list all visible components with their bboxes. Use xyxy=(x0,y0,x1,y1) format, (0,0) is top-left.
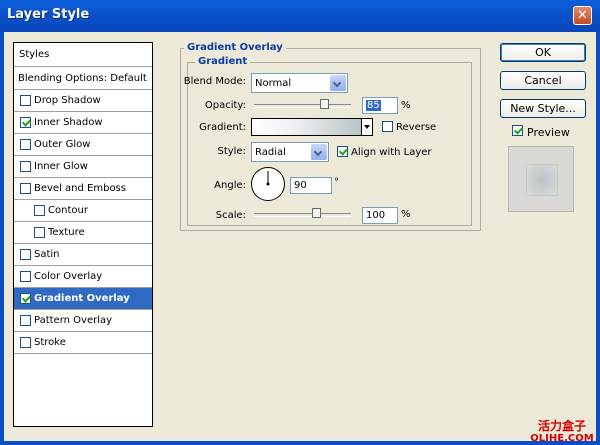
scale-label: Scale: xyxy=(215,210,246,221)
preview-thumbnail xyxy=(508,146,574,212)
gradient-label: Gradient: xyxy=(199,122,246,133)
style-item-label: Inner Glow xyxy=(34,161,88,172)
align-with-layer-label: Align with Layer xyxy=(351,147,432,158)
scale-input[interactable]: 100 xyxy=(362,207,398,224)
close-icon: ✕ xyxy=(577,8,588,23)
gradient-subtitle: Gradient xyxy=(195,56,251,67)
style-item-gradient-overlay[interactable]: Gradient Overlay xyxy=(14,288,152,310)
angle-dial[interactable] xyxy=(251,167,285,201)
style-item-stroke[interactable]: Stroke xyxy=(14,332,152,354)
gradient-overlay-title: Gradient Overlay xyxy=(184,42,286,53)
style-item-label: Bevel and Emboss xyxy=(34,183,126,194)
styles-header[interactable]: Styles xyxy=(14,43,152,67)
opacity-input[interactable]: 85 xyxy=(362,97,398,114)
scale-unit: % xyxy=(401,209,411,220)
watermark-en: OLIHE.COM xyxy=(530,433,594,444)
style-item-checkbox[interactable] xyxy=(20,183,31,194)
angle-value: 90 xyxy=(294,180,307,191)
styles-header-label: Styles xyxy=(19,49,50,60)
style-item-label: Color Overlay xyxy=(34,271,103,282)
watermark: 活力盒子 OLIHE.COM xyxy=(526,417,598,444)
window-frame-left xyxy=(0,32,4,445)
align-with-layer-checkbox[interactable] xyxy=(337,146,348,157)
style-item-contour[interactable]: Contour xyxy=(14,200,152,222)
style-item-checkbox[interactable] xyxy=(20,249,31,260)
style-item-label: Pattern Overlay xyxy=(34,315,113,326)
preview-swatch xyxy=(526,164,558,196)
opacity-slider-thumb[interactable] xyxy=(320,99,330,109)
style-item-label: Gradient Overlay xyxy=(34,293,130,304)
opacity-label: Opacity: xyxy=(204,100,246,111)
style-item-pattern-overlay[interactable]: Pattern Overlay xyxy=(14,310,152,332)
blending-options-item[interactable]: Blending Options: Default xyxy=(14,67,152,90)
angle-input[interactable]: 90 xyxy=(290,177,332,194)
scale-value: 100 xyxy=(366,210,386,221)
opacity-value: 85 xyxy=(366,100,381,111)
style-label: Style: xyxy=(217,146,247,157)
styles-list: Styles Blending Options: Default Drop Sh… xyxy=(13,42,153,427)
style-item-inner-glow[interactable]: Inner Glow xyxy=(14,156,152,178)
style-select[interactable]: Radial xyxy=(251,142,329,162)
style-item-bevel-and-emboss[interactable]: Bevel and Emboss xyxy=(14,178,152,200)
ok-button[interactable]: OK xyxy=(500,43,586,62)
style-item-label: Texture xyxy=(48,227,85,238)
style-item-checkbox[interactable] xyxy=(20,117,31,128)
new-style-button[interactable]: New Style... xyxy=(500,99,586,118)
style-item-label: Drop Shadow xyxy=(34,95,101,106)
title-bar: Layer Style ✕ xyxy=(0,0,600,32)
style-item-checkbox[interactable] xyxy=(20,95,31,106)
angle-dial-needle xyxy=(266,171,270,186)
reverse-checkbox[interactable] xyxy=(382,121,393,132)
scale-slider-thumb[interactable] xyxy=(312,208,322,218)
style-item-checkbox[interactable] xyxy=(20,293,31,304)
preview-label: Preview xyxy=(527,126,570,139)
style-item-color-overlay[interactable]: Color Overlay xyxy=(14,266,152,288)
opacity-slider-track[interactable] xyxy=(254,104,351,108)
window-frame-bottom xyxy=(0,441,600,445)
style-item-drop-shadow[interactable]: Drop Shadow xyxy=(14,90,152,112)
style-item-label: Contour xyxy=(48,205,88,216)
chevron-down-icon xyxy=(311,144,327,160)
style-item-label: Stroke xyxy=(34,337,66,348)
chevron-down-icon xyxy=(330,75,346,91)
watermark-cn: 活力盒子 xyxy=(537,419,586,433)
style-item-checkbox[interactable] xyxy=(20,271,31,282)
style-item-texture[interactable]: Texture xyxy=(14,222,152,244)
style-item-satin[interactable]: Satin xyxy=(14,244,152,266)
blend-mode-label: Blend Mode: xyxy=(183,76,246,87)
style-item-label: Satin xyxy=(34,249,60,260)
angle-unit: ° xyxy=(334,177,339,188)
gradient-swatch[interactable] xyxy=(251,118,363,136)
preview-checkbox[interactable] xyxy=(512,125,523,136)
gradient-dropdown-arrow[interactable] xyxy=(361,118,373,136)
style-item-outer-glow[interactable]: Outer Glow xyxy=(14,134,152,156)
style-item-checkbox[interactable] xyxy=(34,227,45,238)
style-item-inner-shadow[interactable]: Inner Shadow xyxy=(14,112,152,134)
style-value: Radial xyxy=(255,147,286,158)
opacity-unit: % xyxy=(401,100,411,111)
style-item-checkbox[interactable] xyxy=(20,315,31,326)
window-frame-right xyxy=(596,32,600,445)
reverse-label: Reverse xyxy=(396,122,437,133)
window-title: Layer Style xyxy=(7,7,90,22)
style-item-label: Inner Shadow xyxy=(34,117,103,128)
style-item-checkbox[interactable] xyxy=(34,205,45,216)
scale-slider-track[interactable] xyxy=(254,213,351,217)
blending-options-label: Blending Options: Default xyxy=(18,73,147,84)
style-item-label: Outer Glow xyxy=(34,139,91,150)
blend-mode-select[interactable]: Normal xyxy=(251,73,348,93)
cancel-button[interactable]: Cancel xyxy=(500,71,586,90)
angle-label: Angle: xyxy=(214,180,246,191)
style-item-checkbox[interactable] xyxy=(20,161,31,172)
style-item-checkbox[interactable] xyxy=(20,139,31,150)
blend-mode-value: Normal xyxy=(255,78,292,89)
style-item-checkbox[interactable] xyxy=(20,337,31,348)
close-button[interactable]: ✕ xyxy=(573,6,592,25)
